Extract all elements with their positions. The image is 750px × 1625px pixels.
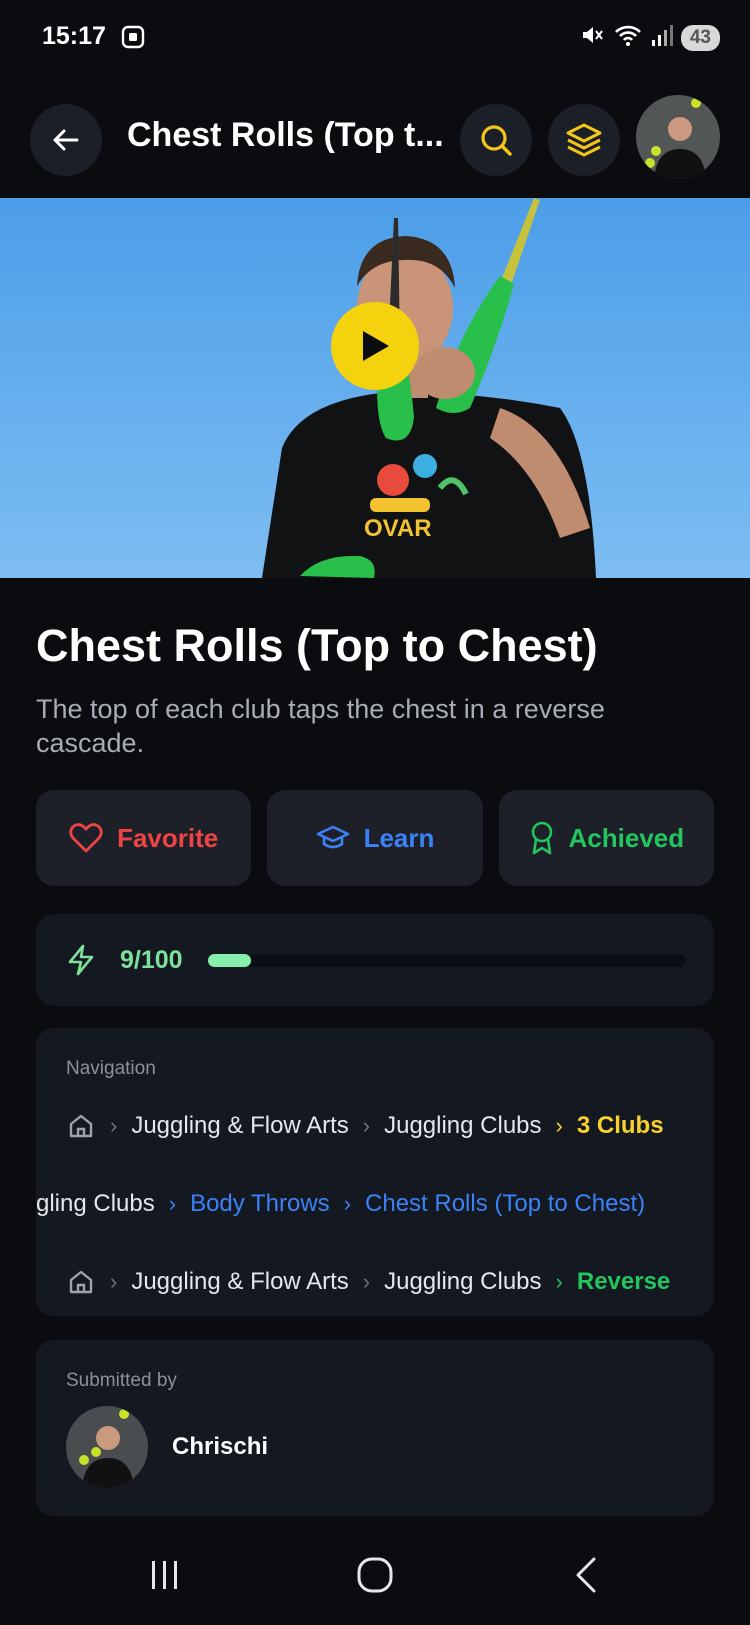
- system-back-button[interactable]: [556, 1553, 616, 1597]
- breadcrumb: › Juggling & Flow Arts › Juggling Clubs …: [66, 1262, 670, 1302]
- trick-title: Chest Rolls (Top to Chest): [36, 620, 598, 671]
- app-header: Chest Rolls (Top t...: [0, 90, 750, 190]
- layers-icon: [566, 123, 602, 157]
- breadcrumb-item-current[interactable]: Reverse: [577, 1268, 670, 1296]
- battery-indicator: 43: [680, 24, 720, 51]
- home-circle-icon: [357, 1557, 393, 1593]
- breadcrumb: › Juggling & Flow Arts › Juggling Clubs …: [66, 1106, 664, 1146]
- heart-icon: [69, 823, 103, 853]
- award-icon: [531, 821, 552, 855]
- breadcrumb-item-current[interactable]: Chest Rolls (Top to Chest): [365, 1190, 645, 1218]
- back-button[interactable]: [30, 104, 102, 176]
- search-icon: [481, 125, 512, 156]
- chevron-right-icon: ›: [362, 1269, 371, 1294]
- breadcrumb-item[interactable]: Juggling & Flow Arts: [131, 1112, 348, 1140]
- user-avatar[interactable]: [636, 95, 720, 179]
- chevron-right-icon: ›: [362, 1113, 371, 1138]
- status-bar: 15:17 43: [0, 0, 750, 80]
- chevron-right-icon: ›: [343, 1191, 352, 1216]
- screen-recording-icon: [120, 24, 146, 50]
- system-nav-bar: [0, 1525, 750, 1625]
- chevron-right-icon: ›: [555, 1113, 563, 1138]
- layers-button[interactable]: [548, 104, 620, 176]
- breadcrumb-item[interactable]: gling Clubs: [36, 1190, 155, 1218]
- breadcrumb: gling Clubs › Body Throws › Chest Rolls …: [36, 1184, 645, 1224]
- achieved-button[interactable]: Achieved: [498, 790, 714, 886]
- favorite-label: Favorite: [117, 822, 219, 853]
- submitted-by-label: Submitted by: [66, 1370, 177, 1391]
- play-icon: [363, 331, 389, 361]
- search-button[interactable]: [460, 104, 532, 176]
- breadcrumb-item[interactable]: Juggling & Flow Arts: [131, 1268, 348, 1296]
- progress-fill: [208, 954, 252, 967]
- achieved-label: Achieved: [568, 822, 685, 853]
- breadcrumb-item[interactable]: Body Throws: [190, 1190, 330, 1218]
- chevron-right-icon: ›: [555, 1269, 563, 1294]
- navigation-label: Navigation: [66, 1058, 156, 1079]
- progress-track: [208, 954, 686, 967]
- home-icon[interactable]: [66, 1267, 96, 1297]
- signal-icon: [651, 23, 673, 52]
- home-button[interactable]: [345, 1553, 405, 1597]
- svg-text:OVAR: OVAR: [364, 515, 432, 542]
- navigation-card: Navigation › Juggling & Flow Arts › Jugg…: [36, 1028, 714, 1316]
- arrow-left-icon: [53, 129, 79, 151]
- breadcrumb-item-current[interactable]: 3 Clubs: [577, 1112, 664, 1140]
- recent-apps-icon: [152, 1561, 177, 1589]
- play-button[interactable]: [331, 302, 419, 390]
- submitter-name[interactable]: Chrischi: [172, 1433, 268, 1461]
- header-title: Chest Rolls (Top t...: [127, 116, 444, 154]
- learn-label: Learn: [363, 822, 435, 853]
- chevron-left-icon: [576, 1557, 596, 1593]
- wifi-icon: [613, 22, 643, 53]
- favorite-button[interactable]: Favorite: [36, 790, 252, 886]
- breadcrumb-item[interactable]: Juggling Clubs: [384, 1268, 541, 1296]
- submitted-by-card: Submitted by Chrischi: [36, 1340, 714, 1516]
- progress-card: 9/100: [36, 914, 714, 1006]
- breadcrumb-item[interactable]: Juggling Clubs: [384, 1112, 541, 1140]
- video-player[interactable]: OVAR: [0, 198, 750, 578]
- trick-description: The top of each club taps the chest in a…: [36, 694, 605, 758]
- submitter-avatar[interactable]: [66, 1406, 148, 1488]
- home-icon[interactable]: [66, 1111, 96, 1141]
- recent-apps-button[interactable]: [135, 1553, 195, 1597]
- mute-icon: [579, 22, 605, 53]
- chevron-right-icon: ›: [168, 1191, 177, 1216]
- status-time: 15:17: [42, 22, 106, 50]
- lightning-icon: [66, 944, 96, 981]
- learn-button[interactable]: Learn: [267, 790, 483, 886]
- graduation-cap-icon: [316, 825, 349, 849]
- chevron-right-icon: ›: [110, 1113, 118, 1138]
- action-buttons: Favorite Learn Achieved: [36, 790, 714, 886]
- progress-text: 9/100: [120, 946, 183, 974]
- chevron-right-icon: ›: [110, 1269, 118, 1294]
